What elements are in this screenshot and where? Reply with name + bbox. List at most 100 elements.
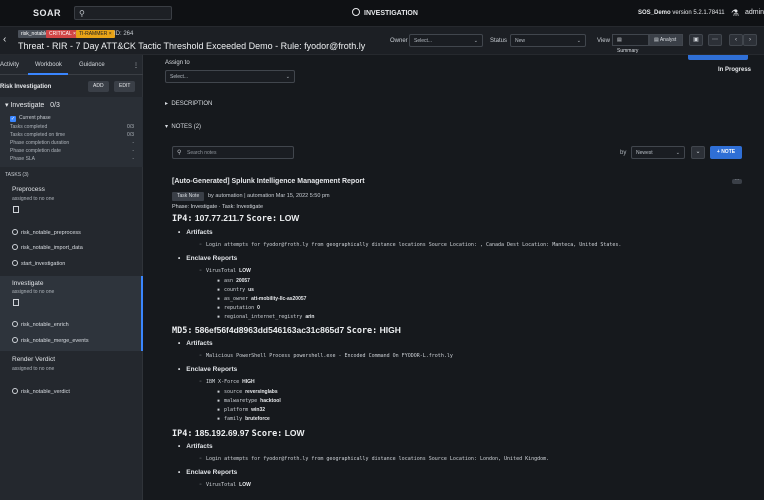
notification-bell-icon[interactable]: ⚗ xyxy=(731,8,739,19)
back-chevron-icon[interactable]: ‹ xyxy=(3,34,6,45)
current-phase-checkbox[interactable]: ✓ Current phase xyxy=(10,115,51,122)
status-label: Status xyxy=(490,38,508,44)
investigation-title: INVESTIGATION xyxy=(352,8,418,17)
note-title: [Auto-Generated] Splunk Intelligence Man… xyxy=(172,178,365,185)
chevron-down-icon: ⌄ xyxy=(473,38,478,44)
artifacts-heading: Artifacts xyxy=(178,443,212,450)
enclave-reports-heading: Enclave Reports xyxy=(178,366,237,373)
notes-search-input[interactable]: ⚲ Search notes xyxy=(172,146,294,159)
check-icon: ✓ xyxy=(10,116,16,122)
more-icon[interactable]: ⋯ xyxy=(708,34,722,46)
action-risk-notable-preprocess[interactable]: risk_notable_preprocess xyxy=(12,229,81,236)
phase-stat-row: Tasks completed on time 0/3 xyxy=(10,132,134,138)
action-risk-notable-merge-events[interactable]: risk_notable_merge_events xyxy=(12,337,89,344)
chevron-down-icon: ⌄ xyxy=(675,150,680,156)
view-label: View xyxy=(597,38,610,44)
active-tab-indicator xyxy=(28,73,68,75)
play-icon xyxy=(12,260,18,266)
artifacts-heading: Artifacts xyxy=(178,340,212,347)
ioc-attribute: country us xyxy=(217,287,254,293)
chevron-down-icon: ⌄ xyxy=(285,74,290,80)
next-case-icon[interactable]: › xyxy=(743,34,757,46)
global-search-input[interactable]: ⚲ xyxy=(74,6,172,20)
user-menu[interactable]: admin xyxy=(745,9,764,16)
phase-stat-row: Phase completion date - xyxy=(10,148,134,154)
enclave-reports-heading: Enclave Reports xyxy=(178,255,237,262)
task-assignee[interactable]: assigned to no one xyxy=(12,289,54,295)
task-title-preprocess[interactable]: Preprocess xyxy=(12,186,45,193)
ioc-attribute: source reversinglabs xyxy=(217,389,278,395)
ioc-attribute: asn 20057 xyxy=(217,278,250,284)
add-button[interactable]: ADD xyxy=(88,81,109,92)
tab-guidance[interactable]: Guidance xyxy=(79,62,105,68)
tag-critical[interactable]: CRITICAL × xyxy=(46,30,79,38)
note-author: by automation | automation Mar 15, 2022 … xyxy=(208,193,330,199)
view-summary-button[interactable]: ▤ Summary xyxy=(612,34,649,54)
owner-select[interactable]: Select... ⌄ xyxy=(409,34,483,47)
note-phase-line: Phase: Investigate · Task: Investigate xyxy=(172,204,264,210)
tab-workbook[interactable]: Workbook xyxy=(35,62,62,68)
phase-stat-row: Phase SLA - xyxy=(10,156,134,162)
ioc-attribute: family bruteforce xyxy=(217,416,270,422)
ioc-attribute: malwaretype hacktool xyxy=(217,398,281,404)
kebab-menu-icon[interactable]: ⋮ xyxy=(133,62,139,69)
action-start-investigation[interactable]: start_investigation xyxy=(12,260,65,267)
artifact-item: Login attempts for fyodor@froth.ly from … xyxy=(199,456,549,462)
action-icon xyxy=(12,321,18,327)
ioc-attribute: as_owner att-mobility-llc-as20057 xyxy=(217,296,306,302)
document-icon[interactable] xyxy=(13,206,19,213)
search-icon: ⚲ xyxy=(79,9,85,18)
investigation-icon xyxy=(352,8,360,16)
briefcase-icon[interactable]: ▣ xyxy=(689,34,703,46)
task-note-badge: Task Note xyxy=(172,192,205,201)
app-logo[interactable]: SOAR xyxy=(33,8,61,18)
notes-toggle[interactable]: ▾ NOTES (2) xyxy=(165,123,201,130)
task-assignee[interactable]: assigned to no one xyxy=(12,366,54,372)
owner-label: Owner xyxy=(390,38,408,44)
status-select[interactable]: New ⌄ xyxy=(510,34,586,47)
assign-select[interactable]: Select... ⌄ xyxy=(165,70,295,83)
sidebar-tabs xyxy=(0,55,143,75)
ioc-heading: MD5: 586ef56f4d8963dd546163ac31c865d7 Sc… xyxy=(172,325,401,336)
action-icon xyxy=(12,229,18,235)
note-more-icon[interactable]: ⋯ xyxy=(732,178,742,184)
enclave-source: VirusTotal LOW xyxy=(199,268,251,274)
status-accent-bar xyxy=(688,55,748,60)
chevron-down-icon: ⌄ xyxy=(576,38,581,44)
ioc-attribute: regional_internet_registry arin xyxy=(217,314,314,320)
add-note-button[interactable]: + NOTE xyxy=(710,146,742,159)
filter-chevron-icon[interactable]: ⌄ xyxy=(691,146,705,159)
current-task-indicator xyxy=(141,276,143,351)
action-risk-notable-verdict[interactable]: risk_notable_verdict xyxy=(12,388,70,395)
description-toggle[interactable]: ▸ DESCRIPTION xyxy=(165,100,212,107)
action-risk-notable-enrich[interactable]: risk_notable_enrich xyxy=(12,321,69,328)
prev-case-icon[interactable]: ‹ xyxy=(729,34,743,46)
phase-header[interactable]: ▾ Investigate 0/3 xyxy=(5,101,60,109)
task-assignee[interactable]: assigned to no one xyxy=(12,196,54,202)
action-icon xyxy=(12,244,18,250)
ioc-attribute: platform win32 xyxy=(217,407,265,413)
sort-by-label: by xyxy=(620,150,627,156)
phase-stat-row: Tasks completed 0/3 xyxy=(10,124,134,130)
ioc-heading: IP4: 107.77.211.7 Score: LOW xyxy=(172,213,300,224)
enclave-source: IBM X-Force HIGH xyxy=(199,379,255,385)
enclave-reports-heading: Enclave Reports xyxy=(178,469,237,476)
tasks-header: TASKS (3) xyxy=(5,172,29,178)
tab-activity[interactable]: Activity xyxy=(0,62,19,68)
tag-ti-rammer[interactable]: TI-RAMMER × xyxy=(76,30,115,38)
search-icon: ⚲ xyxy=(177,150,182,156)
task-status: In Progress xyxy=(718,67,752,73)
task-title-investigate[interactable]: Investigate xyxy=(12,280,43,287)
ioc-attribute: reputation 0 xyxy=(217,305,260,311)
action-risk-notable-import-data[interactable]: risk_notable_import_data xyxy=(12,244,83,251)
edit-button[interactable]: EDIT xyxy=(114,81,136,92)
sort-select[interactable]: Newest ⌄ xyxy=(631,146,685,159)
artifacts-heading: Artifacts xyxy=(178,229,212,236)
environment-info: SOS_Demo version 5.2.1.78411 xyxy=(638,10,725,16)
artifact-item: Malicious PowerShell Process powershell.… xyxy=(199,353,453,359)
action-icon xyxy=(12,337,18,343)
view-analyst-button[interactable]: ▤ Analyst xyxy=(649,34,683,46)
task-title-render-verdict[interactable]: Render Verdict xyxy=(12,356,55,363)
enclave-source: VirusTotal LOW xyxy=(199,482,251,488)
document-icon[interactable] xyxy=(13,299,19,306)
